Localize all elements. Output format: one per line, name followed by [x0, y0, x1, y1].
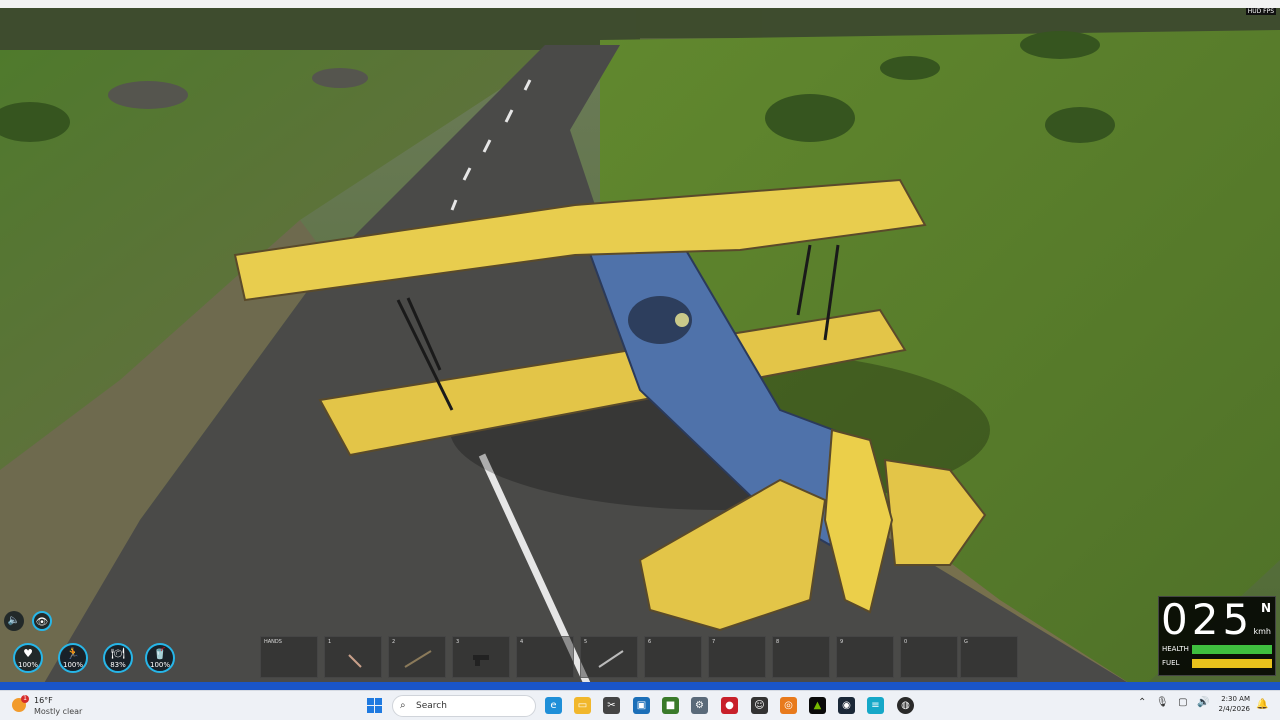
start-button[interactable] [367, 698, 383, 714]
hotbar-slot-hands[interactable]: HANDS [260, 636, 318, 678]
speed-unit: kmh [1253, 627, 1272, 636]
search-icon: ⌕ [400, 700, 406, 711]
knife-icon [348, 654, 362, 668]
heart-icon: ♥ [23, 647, 33, 660]
clock-date: 2/4/2026 [1218, 705, 1250, 713]
slot-number: 9 [840, 639, 844, 645]
hotbar-slot-g[interactable]: G [960, 636, 1018, 678]
obs-icon[interactable]: ◍ [897, 697, 914, 714]
spear-icon [598, 650, 624, 668]
thirst-value: 100% [149, 661, 170, 669]
fps-label: HUD FPS [1245, 8, 1276, 15]
slot-number: 0 [904, 639, 908, 645]
drink-icon: 🥤 [153, 647, 167, 660]
vehicle-fuel-fill [1192, 659, 1272, 668]
slot-number: G [964, 639, 968, 645]
edge-icon[interactable]: e [545, 697, 562, 714]
minecraft-icon[interactable]: ■ [662, 697, 679, 714]
notification-bell-icon[interactable]: 🔔 [1256, 699, 1268, 710]
hunger-stat: 🍽 83% [103, 643, 133, 673]
vehicle-health-fill [1192, 645, 1272, 654]
stamina-stat: 🏃 100% [58, 643, 88, 673]
clock[interactable]: 2:30 AM 2/4/2026 [1214, 694, 1250, 714]
slot-number: 5 [584, 639, 588, 645]
slot-number: 1 [328, 639, 332, 645]
running-icon: 🏃 [66, 647, 80, 660]
hotbar-slot-4[interactable]: 4 [516, 636, 574, 678]
hotbar-slot-0[interactable]: 0 [900, 636, 958, 678]
notification-badge: 1 [21, 695, 29, 703]
slot-number: 7 [712, 639, 716, 645]
slot-number: 4 [520, 639, 524, 645]
settings-icon[interactable]: ⚙ [691, 697, 708, 714]
window-border [0, 682, 1280, 690]
hunger-value: 83% [110, 661, 126, 669]
nvidia-icon[interactable]: ▲ [809, 697, 826, 714]
vehicle-speedometer: 025 N kmh HEALTH FUEL [1158, 596, 1276, 676]
file-explorer-icon[interactable]: ▭ [574, 697, 591, 714]
vehicle-health-bar [1192, 645, 1272, 654]
eye-icon[interactable]: 👁 [32, 611, 52, 631]
fuel-bar-label: FUEL [1162, 659, 1180, 667]
search-placeholder: Search [416, 701, 447, 711]
game-icon[interactable]: ● [721, 697, 738, 714]
slot-number: 6 [648, 639, 652, 645]
hotbar-slot-8[interactable]: 8 [772, 636, 830, 678]
game-scene [0, 0, 1280, 690]
hotbar-slot-7[interactable]: 7 [708, 636, 766, 678]
weather-condition: Mostly clear [34, 707, 83, 716]
photos-icon[interactable]: ▣ [633, 697, 650, 714]
notepad-icon[interactable]: ≡ [867, 697, 884, 714]
speaker-icon[interactable]: 🔈 [4, 611, 24, 631]
compass-heading: N [1260, 601, 1271, 615]
hotbar-slot-5[interactable]: 5 [580, 636, 638, 678]
cat-icon[interactable]: ☺ [751, 697, 768, 714]
steam-icon[interactable]: ◉ [838, 697, 855, 714]
food-icon: 🍽 [111, 647, 125, 660]
window-top-bar [0, 0, 1280, 8]
hotbar-slot-6[interactable]: 6 [644, 636, 702, 678]
hotbar-slot-1[interactable]: 1 [324, 636, 382, 678]
system-tray[interactable]: ⌃ 🎙 ▢ 🔊 [1138, 697, 1210, 708]
thirst-stat: 🥤 100% [145, 643, 175, 673]
hotbar-slot-9[interactable]: 9 [836, 636, 894, 678]
taskbar: 1 16°F Mostly clear ⌕ Search e ▭ ✂ ▣ ■ ⚙… [0, 690, 1280, 720]
hotbar-slot-2[interactable]: 2 [388, 636, 446, 678]
health-value: 100% [17, 661, 38, 669]
blender-icon[interactable]: ◎ [780, 697, 797, 714]
stamina-value: 100% [62, 661, 83, 669]
rifle-icon [404, 650, 432, 668]
snipping-tool-icon[interactable]: ✂ [603, 697, 620, 714]
taskbar-search[interactable]: ⌕ Search [392, 695, 536, 717]
slot-number: 8 [776, 639, 780, 645]
speed-readout: 025 [1161, 595, 1254, 644]
slot-number: HANDS [264, 639, 282, 645]
vehicle-fuel-bar [1192, 659, 1272, 668]
weather-temperature: 16°F [34, 696, 53, 705]
health-stat: ♥ 100% [13, 643, 43, 673]
slot-number: 3 [456, 639, 460, 645]
health-bar-label: HEALTH [1162, 645, 1189, 653]
clock-time: 2:30 AM [1221, 695, 1250, 703]
hotbar-slot-3[interactable]: 3 [452, 636, 510, 678]
pistol-icon [473, 655, 489, 666]
slot-number: 2 [392, 639, 396, 645]
